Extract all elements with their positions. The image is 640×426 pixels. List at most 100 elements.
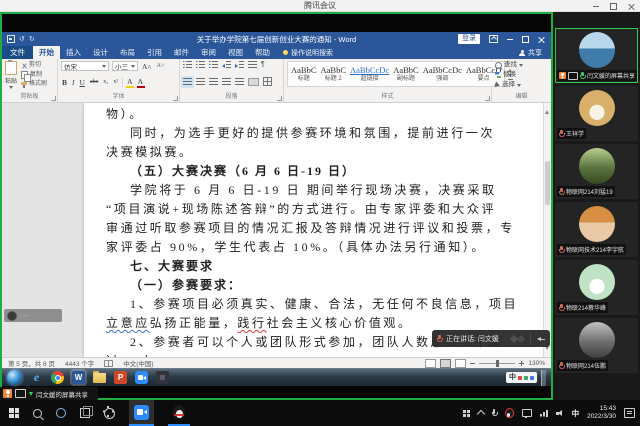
paste-button[interactable]: 粘贴: [5, 61, 17, 89]
participant-tile[interactable]: 物联网技术214李宇航: [555, 202, 638, 257]
ribbon-tab[interactable]: 插入: [60, 46, 87, 59]
zoom-slider[interactable]: [479, 363, 515, 364]
style-chip[interactable]: AaBbC副标题: [393, 65, 419, 83]
ribbon-display-options-icon[interactable]: [489, 35, 498, 43]
tray-grid-icon[interactable]: [463, 410, 470, 417]
participant-tile[interactable]: 物联214蔡华峰: [555, 260, 638, 315]
start-button-icon[interactable]: [9, 408, 19, 418]
dialog-launcher-icon[interactable]: [277, 96, 282, 101]
line-spacing-icon[interactable]: [235, 78, 244, 86]
ime-toolbar[interactable]: 中: [506, 372, 537, 383]
numbered-list-icon[interactable]: [196, 61, 205, 69]
bold-button[interactable]: B: [61, 78, 68, 87]
settings-gear-icon[interactable]: [104, 408, 115, 419]
highlight-color-button[interactable]: A: [126, 77, 133, 88]
shading-icon[interactable]: [248, 78, 259, 86]
participant-tile[interactable]: 王祥学: [555, 86, 638, 141]
document-page[interactable]: 物）。同时，为选手更好的提供参赛环境和氛围，提前进行一次决赛模拟赛。（五）大赛决…: [84, 103, 544, 357]
align-right-icon[interactable]: [222, 78, 231, 86]
ribbon-tab[interactable]: 引用: [141, 46, 168, 59]
participant-tile[interactable]: 物联网214伍鹏: [555, 318, 638, 373]
scrollbar-thumb[interactable]: [545, 161, 550, 205]
page-indicator[interactable]: 第 5 页，共 8 页: [8, 358, 55, 368]
taskbar-app-app-dark-icon[interactable]: [156, 371, 169, 384]
bullet-list-icon[interactable]: [183, 61, 192, 69]
multilevel-list-icon[interactable]: [209, 61, 218, 69]
dialog-launcher-icon[interactable]: [485, 96, 490, 101]
align-center-icon[interactable]: [209, 78, 218, 86]
decrease-indent-icon[interactable]: [222, 61, 231, 69]
word-close-icon[interactable]: [538, 36, 545, 43]
reply-arrow-icon[interactable]: [537, 336, 545, 342]
dialog-launcher-icon[interactable]: [173, 96, 178, 101]
participant-tile[interactable]: 物联网214刘猛19: [555, 144, 638, 199]
proofing-icon[interactable]: [104, 360, 113, 367]
underline-button[interactable]: U: [79, 78, 86, 87]
share-button[interactable]: 共享: [519, 46, 551, 59]
tray-ime-indicator[interactable]: 中: [572, 408, 580, 419]
align-left-icon[interactable]: [196, 78, 205, 86]
taskbar-app-start-icon[interactable]: [7, 370, 22, 385]
italic-button[interactable]: I: [71, 78, 76, 87]
task-view-icon[interactable]: [80, 408, 90, 418]
participant-tile[interactable]: 闫文媛的屏幕共享: [555, 28, 638, 83]
vertical-scrollbar[interactable]: [543, 103, 551, 357]
style-chip[interactable]: AaBbCcDc强调: [423, 65, 462, 83]
zoom-in-icon[interactable]: [519, 361, 524, 366]
subscript-button[interactable]: x₂: [102, 78, 109, 87]
maximize-icon[interactable]: [610, 3, 617, 10]
ribbon-tab[interactable]: 开始: [33, 46, 60, 59]
save-icon[interactable]: [7, 35, 15, 43]
taskbar-app-powerpoint-icon[interactable]: P: [114, 371, 127, 384]
zoom-level[interactable]: 130%: [528, 360, 545, 367]
taskbar-app-ie-icon[interactable]: e: [30, 371, 43, 384]
taskbar-search-icon[interactable]: [33, 409, 42, 418]
word-minimize-icon[interactable]: [507, 39, 513, 40]
read-mode-icon[interactable]: [425, 359, 436, 368]
tray-display-icon[interactable]: [522, 409, 532, 417]
redo-icon[interactable]: ↻: [29, 35, 35, 43]
taskbar-app-meeting-icon[interactable]: [135, 371, 148, 384]
ribbon-tab[interactable]: 视图: [222, 46, 249, 59]
word-count[interactable]: 4443 个字: [65, 358, 94, 368]
pilcrow-icon[interactable]: ¶: [261, 61, 265, 69]
document-canvas[interactable]: 物）。同时，为选手更好的提供参赛环境和氛围，提前进行一次决赛模拟赛。（五）大赛决…: [2, 103, 551, 357]
style-chip[interactable]: AaBbC标题: [291, 65, 317, 83]
dialog-launcher-icon[interactable]: [51, 96, 56, 101]
format-painter-button[interactable]: 格式刷: [21, 81, 47, 88]
scroll-down-icon[interactable]: [545, 346, 549, 355]
strikethrough-button[interactable]: abc: [89, 78, 99, 87]
style-chip[interactable]: AaBbCcDc超链接: [350, 65, 389, 83]
zoom-out-icon[interactable]: [470, 363, 475, 364]
taskbar-app-word-icon[interactable]: W: [72, 371, 85, 384]
undo-icon[interactable]: ↺: [19, 35, 25, 43]
sort-icon[interactable]: [248, 61, 257, 69]
taskbar-app-meeting[interactable]: [129, 400, 154, 426]
tray-mic-icon[interactable]: [492, 409, 497, 417]
web-layout-icon[interactable]: [455, 359, 466, 368]
font-name-select[interactable]: 仿宋: [61, 61, 109, 71]
find-button[interactable]: 查找: [495, 61, 548, 69]
show-desktop-button[interactable]: [541, 370, 546, 386]
replace-button[interactable]: 替换: [495, 71, 548, 79]
cortana-icon[interactable]: [56, 408, 66, 418]
taskbar-app-chrome-icon[interactable]: [51, 371, 64, 384]
quick-access-toolbar[interactable]: ↺ ↻: [2, 35, 35, 43]
tray-expand-icon[interactable]: [476, 410, 484, 418]
ribbon-tab[interactable]: 邮件: [168, 46, 195, 59]
taskbar-app-explorer-icon[interactable]: [93, 373, 106, 383]
align-justify-icon[interactable]: [183, 78, 192, 86]
ribbon-tab[interactable]: 布局: [114, 46, 141, 59]
select-button[interactable]: 选择: [495, 81, 548, 89]
scroll-up-icon[interactable]: [545, 105, 549, 114]
sign-in-button[interactable]: 登录: [458, 34, 480, 44]
screen-share-toast[interactable]: 闫文媛的屏幕共享: [0, 387, 98, 400]
language-indicator[interactable]: 中文(中国): [123, 358, 153, 368]
close-icon[interactable]: [628, 3, 635, 10]
ribbon-tab[interactable]: 帮助: [249, 46, 276, 59]
font-size-select[interactable]: 小三: [112, 61, 138, 71]
increase-indent-icon[interactable]: [235, 61, 244, 69]
minimize-icon[interactable]: [593, 6, 599, 7]
style-chip[interactable]: AaBbC标题 2: [321, 65, 347, 83]
font-color-button[interactable]: A: [137, 77, 144, 88]
